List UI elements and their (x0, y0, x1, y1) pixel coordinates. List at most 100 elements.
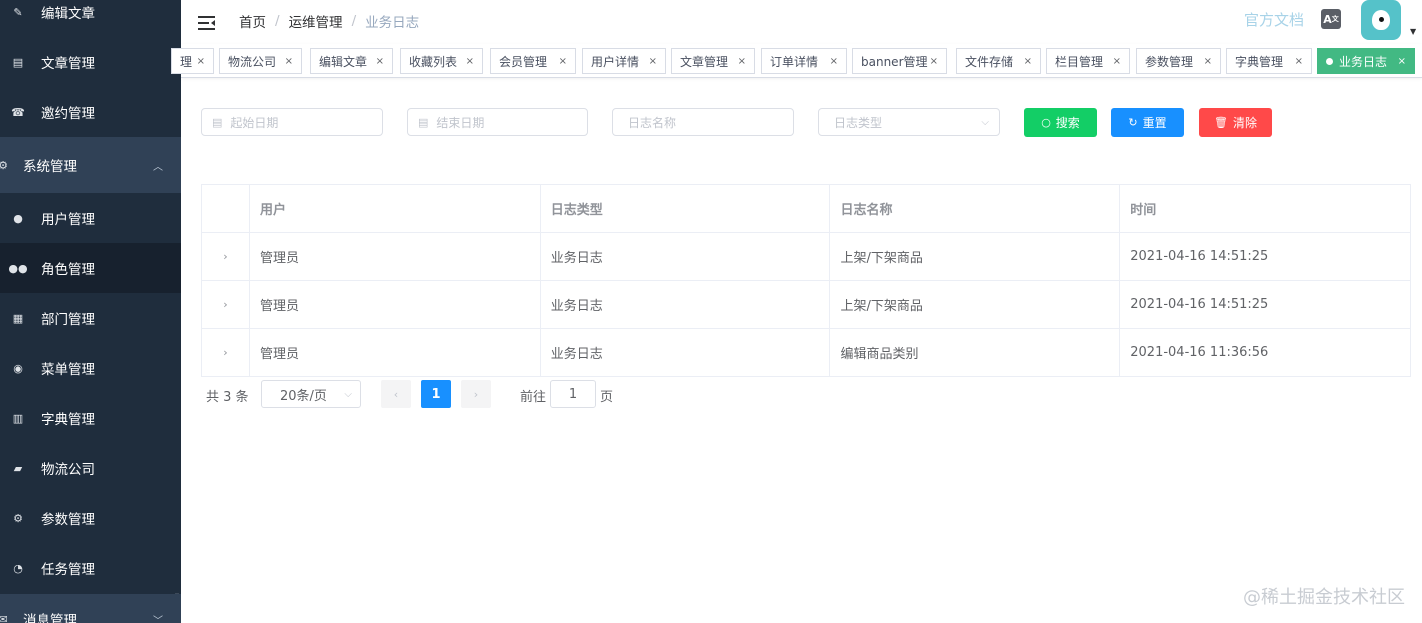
sidebar-item-5[interactable]: ●● 角色管理 (0, 243, 181, 293)
table-row: › 管理员 业务日志 上架/下架商品 2021-04-16 14:51:25 (202, 233, 1412, 281)
breadcrumb-separator: / (351, 13, 357, 29)
close-icon[interactable]: × (1204, 56, 1212, 67)
sidebar-item-3[interactable]: ⚙ 系统管理 ︿ (0, 137, 181, 193)
breadcrumb-home[interactable]: 首页 (239, 11, 266, 31)
goto-label: 前往 (520, 390, 547, 405)
top-navbar: 首页 / 运维管理 / 业务日志 官方文档 A文 ▼ (181, 0, 1422, 44)
breadcrumb-ops[interactable]: 运维管理 (289, 11, 343, 31)
tag-label: 字典管理 (1235, 54, 1284, 69)
tag-label: 业务日志 (1339, 54, 1388, 69)
chevron-down-icon[interactable]: ▼ (1410, 27, 1416, 36)
tag-7[interactable]: 订单详情 × (761, 48, 847, 74)
close-icon[interactable]: × (1113, 56, 1121, 67)
end-date-picker[interactable]: ▤ 结束日期 (407, 108, 588, 136)
log-name-placeholder: 日志名称 (628, 115, 677, 130)
column-header-user: 用户 (249, 185, 541, 233)
tag-label: 编辑文章 (319, 54, 368, 69)
active-dot-icon (1326, 57, 1333, 65)
page-number-current[interactable]: 1 (421, 380, 451, 408)
log-type-select[interactable]: 日志类型 ⌵ (818, 108, 1000, 136)
user-icon: ● (13, 211, 23, 225)
prev-page-button[interactable]: ‹ (381, 380, 411, 408)
tag-10[interactable]: 栏目管理 × (1046, 48, 1130, 74)
close-icon[interactable]: × (738, 56, 746, 67)
official-docs-link[interactable]: 官方文档 (1244, 9, 1304, 30)
close-icon[interactable]: × (830, 56, 838, 67)
tag-2[interactable]: 编辑文章 × (310, 48, 393, 74)
sidebar-item-0[interactable]: ✎ 编辑文章 (0, 0, 181, 37)
tag-label: 文件存储 (965, 54, 1014, 69)
menu-icon: ◉ (13, 361, 23, 375)
sidebar-item-7[interactable]: ◉ 菜单管理 (0, 343, 181, 393)
tag-6[interactable]: 文章管理 × (671, 48, 755, 74)
sidebar-item-2[interactable]: ☎ 邀约管理 (0, 87, 181, 137)
tag-label: 理 (180, 54, 193, 69)
cell-user: 管理员 (249, 281, 541, 329)
chevron-right-icon[interactable]: › (223, 298, 227, 311)
log-name-input[interactable]: 日志名称 (612, 108, 794, 136)
chevron-up-icon: ︿ (153, 161, 163, 173)
tag-13[interactable]: 业务日志 × (1317, 48, 1415, 74)
search-button-label: 搜索 (1055, 116, 1080, 130)
sidebar-item-4[interactable]: ● 用户管理 (0, 193, 181, 243)
tag-label: 会员管理 (499, 54, 548, 69)
sidebar-item-10[interactable]: ⚙ 参数管理 (0, 493, 181, 543)
tag-9[interactable]: 文件存储 × (956, 48, 1041, 74)
sidebar-item-6[interactable]: ▦ 部门管理 (0, 293, 181, 343)
search-icon: ○ (1041, 116, 1051, 129)
avatar-icon[interactable] (1361, 0, 1401, 40)
start-date-picker[interactable]: ▤ 起始日期 (201, 108, 383, 136)
phone-icon: ☎ (11, 105, 25, 119)
close-icon[interactable]: × (466, 56, 474, 67)
tag-8[interactable]: banner管理 × (852, 48, 947, 74)
chevron-right-icon: › (473, 387, 479, 401)
close-icon[interactable]: × (285, 56, 293, 67)
close-icon[interactable]: × (559, 56, 567, 67)
next-page-button[interactable]: › (461, 380, 491, 408)
hamburger-toggle-icon[interactable] (198, 16, 215, 30)
sidebar-item-9[interactable]: ▰ 物流公司 (0, 443, 181, 493)
search-button[interactable]: ○ 搜索 (1024, 108, 1097, 137)
reset-button[interactable]: ↻ 重置 (1111, 108, 1184, 137)
close-icon[interactable]: × (376, 56, 384, 67)
translate-icon[interactable]: A文 (1321, 9, 1341, 29)
message-icon: ✉ (0, 612, 8, 623)
tag-11[interactable]: 参数管理 × (1136, 48, 1221, 74)
page-unit-label: 页 (600, 390, 614, 405)
tag-3[interactable]: 收藏列表 × (400, 48, 483, 74)
table-header: 用户 日志类型 日志名称 时间 (202, 185, 1412, 233)
close-icon[interactable]: × (1295, 56, 1303, 67)
goto-page-input[interactable]: 1 (550, 380, 596, 408)
tag-12[interactable]: 字典管理 × (1226, 48, 1312, 74)
cell-user: 管理员 (249, 233, 541, 281)
page-size-select[interactable]: 20条/页 ⌵ (261, 380, 361, 408)
truck-icon: ▰ (13, 461, 23, 475)
close-icon[interactable]: × (649, 56, 657, 67)
clear-button[interactable]: 🗑 清除 (1199, 108, 1272, 137)
sidebar-item-11[interactable]: ◔ 任务管理 (0, 543, 181, 593)
chevron-right-icon[interactable]: › (223, 250, 227, 263)
breadcrumb-current: 业务日志 (365, 15, 420, 31)
close-icon[interactable]: × (1024, 56, 1032, 67)
tag-4[interactable]: 会员管理 × (490, 48, 576, 74)
start-date-placeholder: 起始日期 (230, 115, 279, 130)
tag-label: 文章管理 (680, 54, 729, 69)
tag-1[interactable]: 物流公司 × (219, 48, 302, 74)
sidebar-item-label: 字典管理 (41, 412, 95, 428)
gear-icon: ⚙ (0, 158, 8, 172)
app-root: ✎ 编辑文章 ▤ 文章管理 ☎ 邀约管理 ⚙ 系统管理 ︿ ● 用户管理 ●● 角色管理 ▦ 部门管理 ◉ 菜单… (0, 0, 1422, 623)
chevron-right-icon[interactable]: › (223, 346, 227, 359)
trash-icon: 🗑 (1214, 116, 1228, 129)
tag-0[interactable]: 理 × (171, 48, 214, 74)
column-header-log-type: 日志类型 (540, 185, 831, 233)
close-icon[interactable]: × (197, 56, 205, 67)
close-icon[interactable]: × (1398, 56, 1406, 67)
close-icon[interactable]: × (930, 56, 938, 67)
tag-label: 参数管理 (1145, 54, 1194, 69)
sidebar-item-label: 文章管理 (41, 56, 95, 72)
sidebar-item-1[interactable]: ▤ 文章管理 (0, 37, 181, 87)
tag-5[interactable]: 用户详情 × (582, 48, 666, 74)
sidebar-item-12[interactable]: ✉ 消息管理 ﹀ (0, 594, 181, 623)
cell-log-type: 业务日志 (540, 329, 831, 377)
sidebar-item-8[interactable]: ▥ 字典管理 (0, 393, 181, 443)
